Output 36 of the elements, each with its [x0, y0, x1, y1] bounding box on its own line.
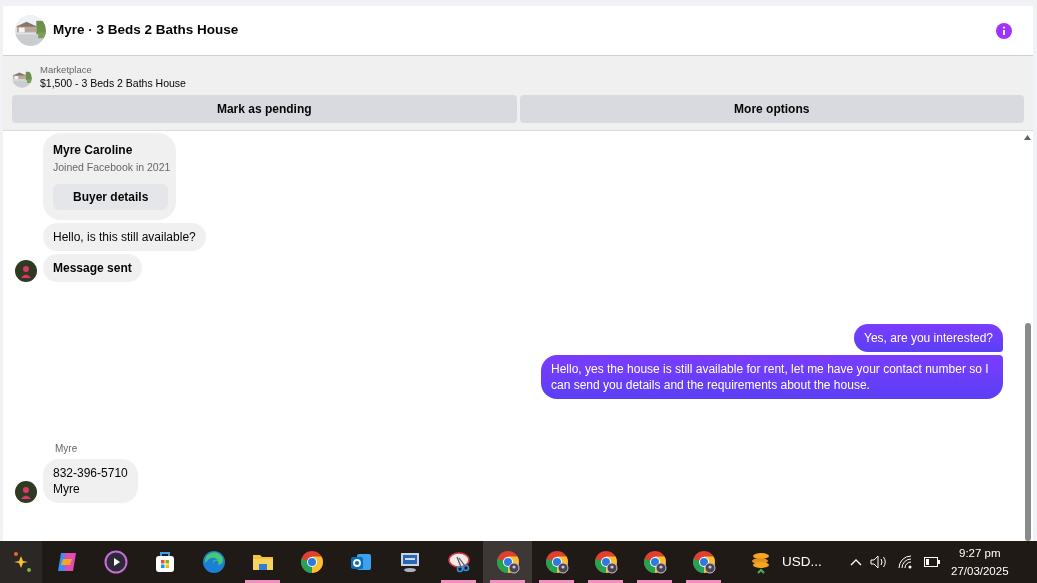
avatar: [15, 259, 37, 282]
listing-action-button[interactable]: Mark as pending: [12, 95, 517, 123]
chevron-up-icon[interactable]: [850, 558, 862, 566]
listing-title: $1,500 - 3 Beds 2 Baths House: [40, 76, 186, 91]
chrome-icon: [495, 550, 520, 574]
wifi-icon[interactable]: [898, 555, 914, 569]
scroll-up-icon[interactable]: [1024, 135, 1031, 140]
sender-name: Myre: [55, 441, 78, 456]
clock-date[interactable]: 27/03/2025: [951, 562, 1009, 580]
taskbar-app-button[interactable]: [483, 541, 532, 583]
coins-icon: [750, 550, 772, 574]
info-icon[interactable]: [996, 22, 1012, 39]
chrome-icon: [691, 550, 716, 574]
avatar: [15, 480, 37, 503]
buyer-name: Myre Caroline: [53, 142, 134, 159]
weather-text[interactable]: USD...: [782, 551, 842, 573]
scrollbar-thumb[interactable]: [1024, 323, 1031, 541]
chrome-icon: [544, 550, 569, 574]
chrome-icon: [642, 550, 667, 574]
speaker-icon[interactable]: [870, 555, 888, 569]
clock-time[interactable]: 9:27 pm: [959, 544, 1001, 562]
buyer-details-button[interactable]: Buyer details: [53, 183, 169, 210]
message-bubble: Yes, are you interested?: [854, 323, 1003, 352]
message-bubble: Message sent: [43, 253, 142, 282]
listing-source: Marketplace: [40, 64, 93, 76]
chrome-icon: [299, 550, 324, 574]
scissors-icon: [446, 550, 471, 574]
battery-icon[interactable]: [924, 557, 940, 567]
message-bubble: Hello, is this still available?: [43, 222, 206, 251]
play-icon: [103, 550, 128, 574]
message-bubble: 832-396-5710 Myre: [43, 458, 138, 503]
chat-title: Myre · 3 Beds 2 Baths House: [53, 21, 239, 40]
message-bubble: Hello, yes the house is still available for rent, let me have your contact number so I can send you details and the requirements about the house.: [541, 354, 1003, 399]
listing-action-button[interactable]: More options: [519, 95, 1024, 123]
browser-icon: [201, 550, 226, 574]
chrome-icon: [593, 550, 618, 574]
